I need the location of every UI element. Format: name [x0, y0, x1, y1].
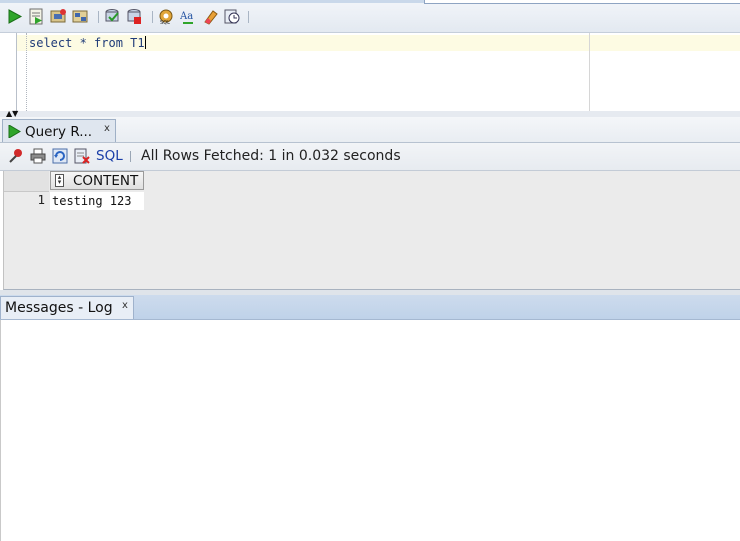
svg-text:Aa: Aa — [180, 11, 193, 22]
sql-tuning-icon[interactable]: SQL — [158, 8, 175, 25]
column-header-content[interactable]: ▴ ▾ CONTENT — [50, 171, 144, 190]
format-icon[interactable]: Aa — [180, 8, 197, 25]
fetch-status: All Rows Fetched: 1 in 0.032 seconds — [141, 148, 401, 164]
sql-editor[interactable]: select * from T1 — [0, 33, 740, 112]
table-cell[interactable]: testing 123 — [50, 192, 144, 210]
row-header-corner — [4, 171, 49, 192]
commit-icon[interactable] — [104, 8, 121, 25]
history-icon[interactable] — [224, 8, 241, 25]
column-header-label: CONTENT — [73, 173, 139, 189]
toolbar-separator — [130, 151, 131, 162]
run-script-icon[interactable] — [28, 8, 45, 25]
worksheet-toolbar: SQL Aa — [0, 0, 740, 33]
autotrace-icon[interactable] — [50, 8, 67, 25]
tab-messages-log[interactable]: Messages - Log x — [0, 296, 134, 319]
query-result-toolbar: SQL All Rows Fetched: 1 in 0.032 seconds — [0, 143, 740, 171]
sql-editor-text[interactable]: select * from T1 — [29, 36, 146, 50]
rollback-icon[interactable] — [126, 8, 143, 25]
explain-plan-icon[interactable] — [72, 8, 89, 25]
toolbar-top-border — [0, 0, 424, 3]
refresh-icon[interactable] — [52, 148, 68, 164]
tab-label: Query R... — [25, 124, 93, 140]
query-result-tabbar: Query R... x — [0, 117, 740, 143]
toolbar-separator — [98, 11, 99, 23]
svg-text:SQL: SQL — [160, 20, 170, 25]
toolbar-separator — [152, 11, 153, 23]
toolbar-separator — [248, 11, 249, 23]
print-icon[interactable] — [30, 148, 46, 164]
pin-icon[interactable] — [8, 148, 24, 164]
editor-fold-margin — [26, 33, 27, 111]
sql-link[interactable]: SQL — [96, 148, 123, 164]
editor-gutter — [4, 33, 17, 111]
toolbar-top-border-right — [424, 0, 740, 4]
tab-close-icon[interactable]: x — [122, 300, 128, 311]
export-icon[interactable] — [74, 148, 90, 164]
run-icon — [8, 124, 21, 142]
messages-tabbar: Messages - Log x — [0, 295, 740, 320]
editor-right-margin — [589, 33, 590, 111]
sql-statement: select * from T1 — [29, 36, 145, 50]
clear-icon[interactable] — [202, 8, 219, 25]
tab-query-result[interactable]: Query R... x — [2, 119, 116, 142]
messages-log-body[interactable] — [0, 320, 740, 541]
row-number: 1 — [37, 192, 45, 207]
tab-label: Messages - Log — [5, 300, 113, 316]
tab-close-icon[interactable]: x — [104, 123, 110, 134]
run-statement-icon[interactable] — [6, 8, 23, 25]
text-caret — [144, 36, 146, 49]
result-grid[interactable]: ▴ ▾ CONTENT 1 testing 123 — [3, 171, 740, 290]
sort-icon: ▴ ▾ — [55, 174, 64, 187]
